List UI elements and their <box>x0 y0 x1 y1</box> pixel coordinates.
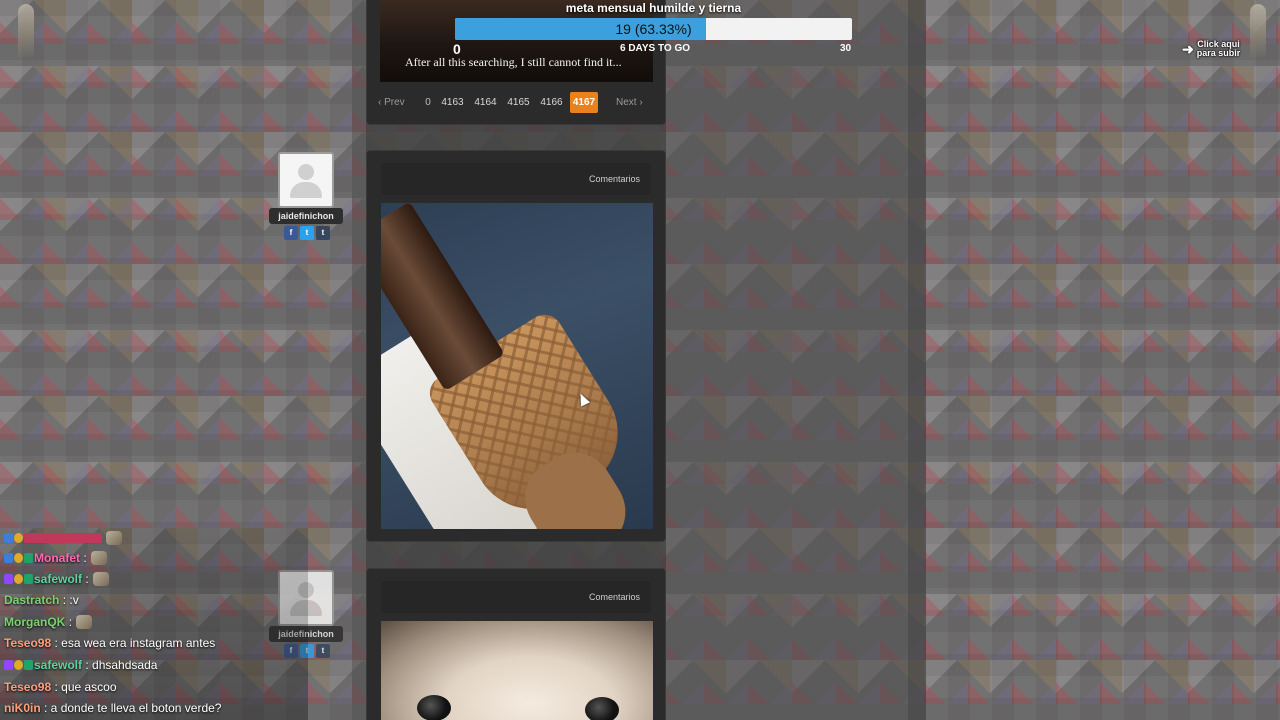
chat-text: : :v <box>62 593 79 607</box>
chat-username[interactable]: safewolf <box>34 572 82 586</box>
author-avatar[interactable] <box>278 152 334 208</box>
chat-text: : <box>85 572 89 586</box>
chat-username-obscured <box>24 533 102 543</box>
pagination-page[interactable]: 4166 <box>535 92 568 113</box>
chat-emote-icon <box>90 551 107 565</box>
pagination-page[interactable]: 4164 <box>469 92 502 113</box>
chat-username[interactable]: Monafet <box>34 551 80 565</box>
dog-eye <box>417 695 451 720</box>
chat-message: Dastratch : :v <box>4 590 79 610</box>
chat-message <box>4 528 122 548</box>
post-comments-link[interactable]: Comentarios <box>589 174 640 184</box>
chat-message: Teseo98 : que ascoo <box>4 677 117 697</box>
tumblr-icon[interactable]: t <box>316 644 330 658</box>
chat-text: : dhsahdsada <box>85 658 158 672</box>
goal-title: meta mensual humilde y tierna <box>565 1 742 15</box>
pagination-next-link[interactable]: Next › <box>616 97 643 108</box>
post-image[interactable] <box>381 621 653 720</box>
chat-text: : a donde te lleva el boton verde? <box>44 701 222 715</box>
pagination-page-active[interactable]: 4167 <box>570 91 598 113</box>
chat-username[interactable]: niK0in <box>4 701 41 715</box>
goal-max-label: 30 <box>840 43 852 54</box>
post-header: Comentarios <box>381 163 651 195</box>
author-name[interactable]: jaidefinichon <box>269 208 343 224</box>
goal-progress-bar: 19 (63.33%) <box>455 18 852 40</box>
tumblr-icon[interactable]: t <box>316 226 330 240</box>
chat-username[interactable]: Teseo98 <box>4 636 51 650</box>
chat-username[interactable]: MorganQK <box>4 615 65 629</box>
badge-icon <box>4 660 13 670</box>
badge-icon <box>14 574 23 584</box>
share-buttons: f t t <box>284 226 330 240</box>
chat-message: niK0in : a donde te lleva el boton verde… <box>4 698 221 718</box>
chat-message: Teseo98 : esa wea era instagram antes <box>4 633 215 653</box>
corner-figure-left-icon <box>18 4 34 60</box>
goal-days-left: 6 DAYS TO GO <box>620 43 691 54</box>
badge-icon <box>14 553 23 563</box>
chat-message: Monafet : <box>4 548 107 568</box>
upload-hint[interactable]: ➜ Click aqui para subir <box>1182 40 1240 58</box>
pagination-prev-link[interactable]: ‹ Prev <box>378 97 420 108</box>
upload-hint-line: para subir <box>1196 48 1241 58</box>
pagination: ‹ Prev 0 4163 4164 4165 4166 4167 Next › <box>378 90 654 114</box>
goal-progress-text: 19 (63.33%) <box>615 21 692 37</box>
post-comments-link[interactable]: Comentarios <box>589 592 640 602</box>
upload-hint-text: Click aqui para subir <box>1197 40 1241 58</box>
chat-username[interactable]: Teseo98 <box>4 680 51 694</box>
chat-message: safewolf : dhsahdsada <box>4 655 157 675</box>
post-card: Comentarios <box>366 568 666 720</box>
chat-text: : que ascoo <box>54 680 117 694</box>
chat-message: MorganQK : <box>4 612 93 632</box>
pagination-page[interactable]: 0 <box>420 92 436 113</box>
goal-min-label: 0 <box>453 41 461 57</box>
badge-icon <box>4 574 13 584</box>
right-background <box>926 0 1280 720</box>
chat-username[interactable]: safewolf <box>34 658 82 672</box>
user-placeholder-icon <box>288 162 324 198</box>
chat-emote-icon <box>106 531 122 545</box>
chat-text: : esa wea era instagram antes <box>54 636 216 650</box>
chat-emote-icon <box>92 572 109 586</box>
facebook-icon[interactable]: f <box>284 226 298 240</box>
pagination-page[interactable]: 4163 <box>436 92 469 113</box>
post-header: Comentarios <box>381 581 651 613</box>
dog-eye <box>585 697 619 720</box>
badge-icon <box>14 533 23 543</box>
badge-icon <box>24 660 33 670</box>
chat-username[interactable]: Dastratch <box>4 593 59 607</box>
badge-icon <box>24 574 33 584</box>
badge-icon <box>4 553 13 563</box>
chat-text: : <box>83 551 87 565</box>
corner-figure-right-icon <box>1250 4 1266 60</box>
chat-message: safewolf : <box>4 569 109 589</box>
post-card: Comentarios <box>366 150 666 542</box>
twitter-icon[interactable]: t <box>300 226 314 240</box>
stream-chat: Monafet : safewolf : Dastratch : :v Morg… <box>0 528 308 720</box>
right-shadow <box>908 0 926 720</box>
post-image[interactable] <box>381 203 653 529</box>
badge-icon <box>4 533 13 543</box>
arrow-icon: ➜ <box>1182 40 1194 57</box>
ice-cream-cone-picture <box>381 203 653 529</box>
badge-icon <box>24 553 33 563</box>
chat-text: : <box>68 615 73 629</box>
badge-icon <box>14 660 23 670</box>
previous-post-caption: After all this searching, I still cannot… <box>405 55 622 69</box>
chat-emote-icon <box>76 615 93 629</box>
pagination-page[interactable]: 4165 <box>502 92 535 113</box>
